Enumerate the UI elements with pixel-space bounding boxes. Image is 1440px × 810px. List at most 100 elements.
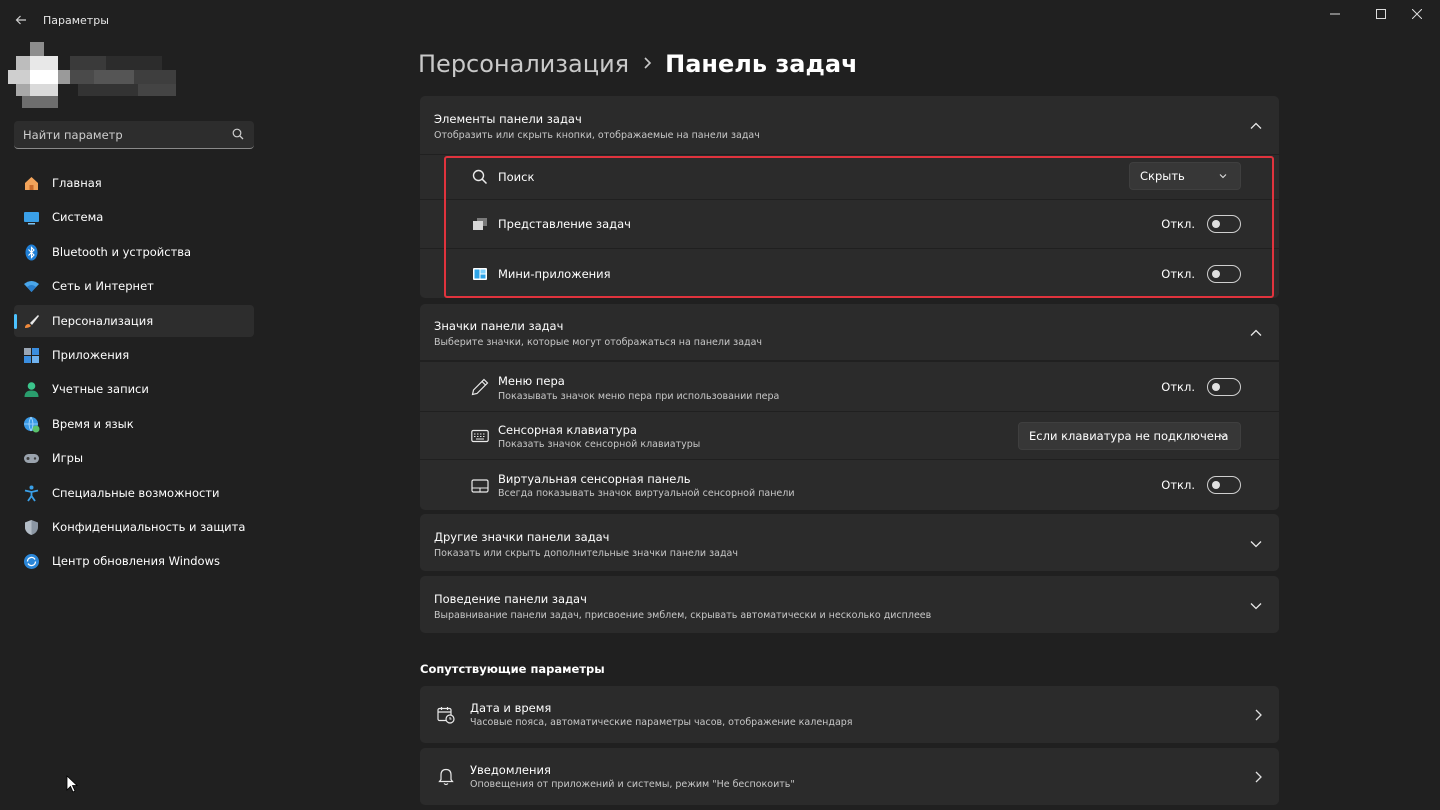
sidebar-item-accessibility[interactable]: Специальные возможности: [14, 477, 254, 509]
sidebar-item-gaming[interactable]: Игры: [14, 442, 254, 474]
sidebar-item-label: Приложения: [52, 347, 130, 362]
section-subtitle: Показать или скрыть дополнительные значк…: [434, 548, 738, 559]
maximize-icon: [1376, 9, 1386, 19]
minimize-button[interactable]: [1312, 0, 1358, 28]
taskbar-icons-header[interactable]: Значки панели задач Выберите значки, кот…: [420, 304, 1279, 360]
chevron-down-icon[interactable]: [1249, 598, 1263, 612]
shield-icon: [23, 519, 40, 536]
sidebar-item-windows-update[interactable]: Центр обновления Windows: [14, 545, 254, 577]
other-icons-card[interactable]: Другие значки панели задач Показать или …: [420, 514, 1279, 571]
close-icon: [1412, 9, 1422, 19]
chevron-right-icon: [643, 55, 653, 74]
breadcrumb-parent[interactable]: Персонализация: [418, 50, 629, 78]
sidebar-item-home[interactable]: Главная: [14, 167, 254, 199]
sidebar-item-network[interactable]: Сеть и Интернет: [14, 270, 254, 302]
breadcrumb: Персонализация Панель задач: [418, 50, 858, 78]
row-label: Мини-приложения: [498, 267, 611, 281]
notifications-link[interactable]: Уведомления Оповещения от приложений и с…: [420, 748, 1279, 805]
virtual-touchpad-toggle[interactable]: [1207, 476, 1241, 494]
sidebar-item-label: Система: [52, 210, 104, 225]
chevron-down-icon: [1219, 434, 1227, 439]
section-title: Поведение панели задач: [434, 592, 587, 606]
task-view-row: Представление задач Откл.: [420, 200, 1279, 248]
close-button[interactable]: [1394, 0, 1440, 28]
dropdown-value: Если клавиатура не подключена: [1029, 429, 1229, 443]
username-redacted: [70, 56, 176, 96]
gamepad-icon: [23, 450, 40, 467]
chevron-up-icon[interactable]: [1249, 118, 1263, 132]
chevron-down-icon: [1219, 174, 1227, 179]
app-title: Параметры: [43, 14, 109, 27]
behaviors-card[interactable]: Поведение панели задач Выравнивание пане…: [420, 576, 1279, 633]
apps-icon: [23, 347, 40, 364]
sidebar-item-system[interactable]: Система: [14, 201, 254, 233]
sidebar-item-apps[interactable]: Приложения: [14, 339, 254, 371]
mouse-cursor-icon: [66, 775, 78, 793]
pen-menu-toggle-group: Откл.: [1161, 378, 1241, 396]
account-icon: [23, 381, 40, 398]
sidebar-nav: Главная Система Bluetooth и устройства С…: [14, 167, 254, 580]
row-label: Меню пера: [498, 374, 565, 388]
pen-menu-toggle[interactable]: [1207, 378, 1241, 396]
link-description: Оповещения от приложений и системы, режи…: [470, 779, 795, 790]
sidebar-item-label: Конфиденциальность и защита: [52, 519, 246, 534]
bell-icon: [436, 767, 456, 787]
accessibility-icon: [23, 485, 40, 502]
search-box[interactable]: [14, 121, 254, 149]
dropdown-value: Скрыть: [1140, 169, 1185, 183]
touch-keyboard-row: Сенсорная клавиатура Показать значок сен…: [420, 412, 1279, 459]
row-label: Поиск: [498, 170, 535, 184]
pen-icon: [470, 377, 490, 397]
row-description: Показать значок сенсорной клавиатуры: [498, 439, 701, 450]
link-description: Часовые пояса, автоматические параметры …: [470, 717, 853, 728]
section-title: Другие значки панели задач: [434, 530, 610, 544]
sidebar-item-label: Время и язык: [52, 416, 134, 431]
sidebar-item-bluetooth[interactable]: Bluetooth и устройства: [14, 236, 254, 268]
keyboard-icon: [470, 426, 490, 446]
task-view-toggle[interactable]: [1207, 215, 1241, 233]
task-view-icon: [470, 214, 490, 234]
related-settings-title: Сопутствующие параметры: [420, 662, 605, 676]
sidebar-item-privacy[interactable]: Конфиденциальность и защита: [14, 511, 254, 543]
bluetooth-icon: [23, 244, 40, 261]
chevron-right-icon: [1255, 709, 1262, 721]
widgets-icon: [470, 264, 490, 284]
home-icon: [23, 175, 40, 192]
chevron-up-icon[interactable]: [1249, 325, 1263, 339]
widgets-toggle[interactable]: [1207, 265, 1241, 283]
widgets-row: Мини-приложения Откл.: [420, 249, 1279, 298]
search-icon: [232, 128, 244, 140]
sidebar-item-label: Персонализация: [52, 313, 154, 328]
row-description: Показывать значок меню пера при использо…: [498, 391, 780, 402]
touchpad-icon: [470, 476, 490, 496]
update-icon: [23, 553, 40, 570]
sidebar-item-label: Учетные записи: [52, 382, 149, 397]
chevron-down-icon[interactable]: [1249, 536, 1263, 550]
brush-icon: [23, 313, 40, 330]
section-subtitle: Выберите значки, которые могут отображат…: [434, 337, 763, 348]
task-view-toggle-group: Откл.: [1161, 215, 1241, 233]
globe-clock-icon: [23, 416, 40, 433]
sidebar-item-personalization[interactable]: Персонализация: [14, 304, 254, 337]
toggle-state-label: Откл.: [1161, 380, 1195, 394]
sidebar-item-time-language[interactable]: Время и язык: [14, 408, 254, 440]
calendar-clock-icon: [436, 705, 456, 725]
pen-menu-row: Меню пера Показывать значок меню пера пр…: [420, 362, 1279, 411]
system-icon: [23, 209, 40, 226]
sidebar-item-label: Сеть и Интернет: [52, 279, 154, 294]
virtual-touchpad-toggle-group: Откл.: [1161, 476, 1241, 494]
toggle-state-label: Откл.: [1161, 267, 1195, 281]
touch-keyboard-dropdown[interactable]: Если клавиатура не подключена: [1018, 422, 1241, 450]
section-subtitle: Выравнивание панели задач, присвоение эм…: [434, 610, 932, 621]
search-input[interactable]: [23, 127, 223, 143]
date-time-link[interactable]: Дата и время Часовые пояса, автоматическ…: [420, 686, 1279, 743]
taskbar-items-header[interactable]: Элементы панели задач Отобразить или скр…: [420, 96, 1279, 154]
avatar[interactable]: [8, 42, 70, 108]
sidebar-item-label: Специальные возможности: [52, 485, 220, 500]
back-button[interactable]: [9, 8, 33, 32]
section-subtitle: Отобразить или скрыть кнопки, отображаем…: [434, 130, 760, 141]
toggle-state-label: Откл.: [1161, 478, 1195, 492]
search-mode-dropdown[interactable]: Скрыть: [1129, 162, 1241, 190]
sidebar-item-accounts[interactable]: Учетные записи: [14, 373, 254, 405]
row-label: Представление задач: [498, 217, 631, 231]
